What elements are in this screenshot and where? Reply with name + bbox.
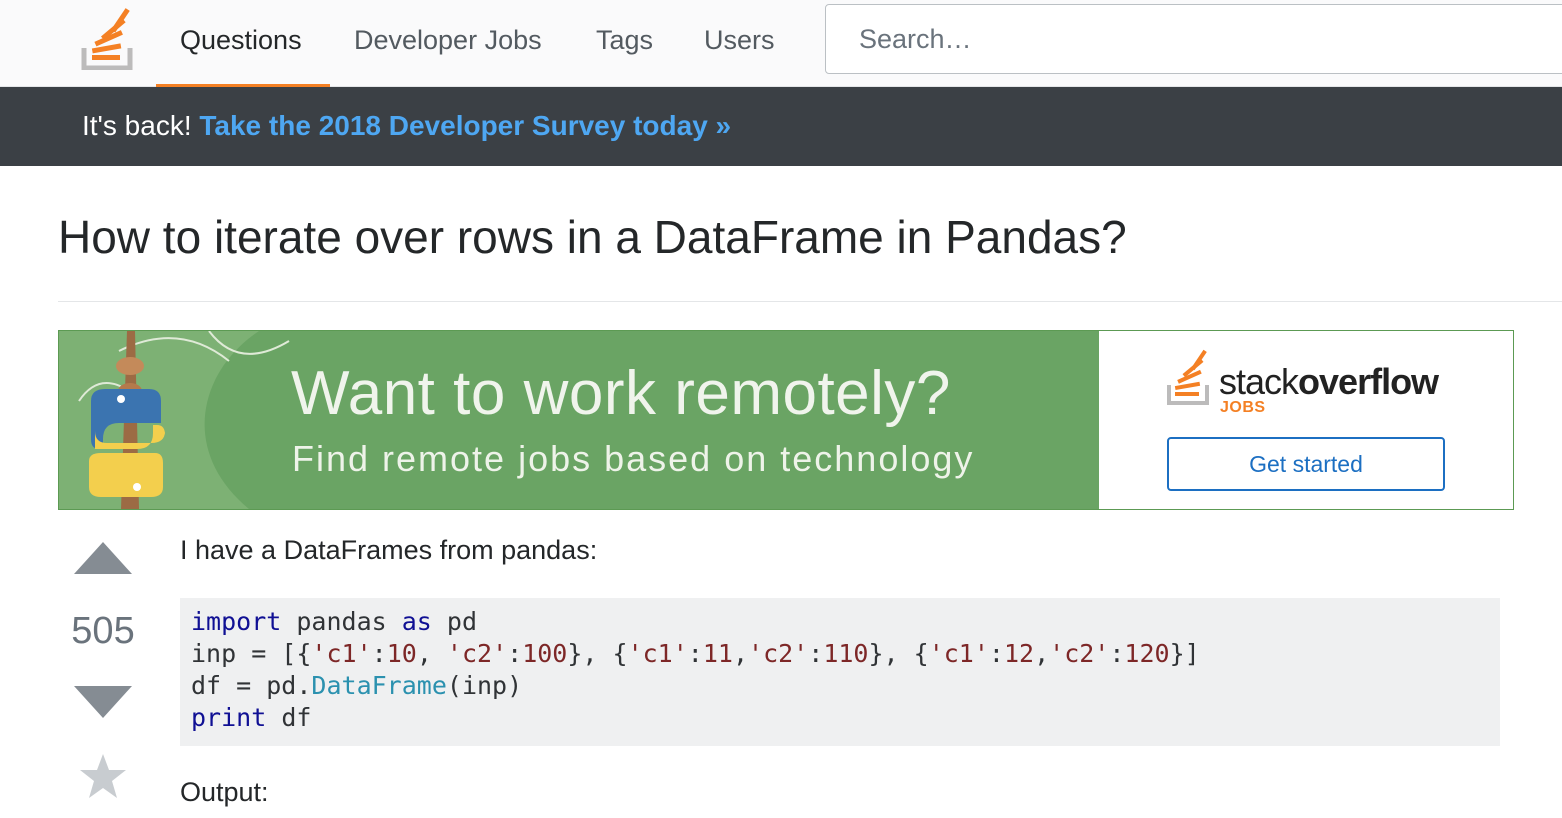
- code-token: :: [371, 639, 387, 668]
- nav-questions[interactable]: Questions: [180, 0, 302, 87]
- question-title[interactable]: How to iterate over rows in a DataFrame …: [58, 205, 1127, 269]
- code-token: as: [401, 607, 432, 636]
- code-token: :: [988, 639, 1004, 668]
- ad-headline: Want to work remotely?: [291, 359, 951, 428]
- get-started-button[interactable]: Get started: [1167, 437, 1445, 491]
- code-token: :: [808, 639, 824, 668]
- code-token: 10: [386, 639, 417, 668]
- code-line: inp = [{'c1':10, 'c2':100}, {'c1':11,'c2…: [191, 638, 1489, 670]
- brand-bold: overflow: [1298, 361, 1439, 402]
- code-token: :: [507, 639, 523, 668]
- ad-brand-panel: stackoverflow JOBS Get started: [1099, 331, 1513, 509]
- nav-users[interactable]: Users: [704, 0, 775, 87]
- code-line: df = pd.DataFrame(inp): [191, 670, 1489, 702]
- code-token: }, {: [868, 639, 929, 668]
- code-token: (inp): [446, 671, 523, 700]
- code-token: 110: [823, 639, 869, 668]
- survey-link[interactable]: Take the 2018 Developer Survey today »: [199, 110, 731, 141]
- search-input[interactable]: Search…: [825, 4, 1562, 74]
- code-line: import pandas as pd: [191, 606, 1489, 638]
- code-token: df = pd.: [191, 671, 312, 700]
- code-token: pandas: [281, 607, 402, 636]
- code-token: print: [191, 703, 267, 732]
- code-token: :: [687, 639, 703, 668]
- code-token: DataFrame: [311, 671, 447, 700]
- output-label: Output:: [180, 777, 269, 807]
- search-placeholder: Search…: [859, 24, 972, 54]
- arrow-up-icon[interactable]: [74, 542, 132, 574]
- code-token: 'c1': [928, 639, 989, 668]
- code-token: df: [266, 703, 312, 732]
- code-block: import pandas as pd inp = [{'c1':10, 'c2'…: [180, 598, 1500, 746]
- code-token: 'c1': [627, 639, 688, 668]
- ad-image[interactable]: Want to work remotely? Find remote jobs …: [59, 331, 1099, 509]
- stackoverflow-logo-icon[interactable]: [80, 8, 134, 70]
- code-token: ,: [416, 639, 447, 668]
- ad-brand-wordmark: stackoverflow: [1219, 361, 1439, 403]
- code-token: :: [1109, 639, 1125, 668]
- post-body-intro: I have a DataFrames from pandas:: [180, 535, 598, 565]
- announcement-prefix: It's back!: [82, 110, 192, 141]
- code-token: 12: [1003, 639, 1035, 668]
- code-token: 'c1': [311, 639, 372, 668]
- code-token: }]: [1169, 639, 1200, 668]
- title-divider: [58, 301, 1562, 302]
- code-token: 120: [1124, 639, 1170, 668]
- nav-developer-jobs[interactable]: Developer Jobs: [354, 0, 542, 87]
- code-token: inp = [{: [191, 639, 312, 668]
- code-token: 'c2': [748, 639, 809, 668]
- code-token: ,: [732, 639, 749, 668]
- code-token: import: [191, 607, 282, 636]
- code-token: ,: [1034, 639, 1050, 668]
- code-token: 11: [702, 639, 733, 668]
- code-line: print df: [191, 702, 1489, 734]
- arrow-down-icon[interactable]: [74, 686, 132, 718]
- code-token: pd: [431, 607, 477, 636]
- brand-light: stack: [1219, 361, 1299, 402]
- code-token: 100: [522, 639, 568, 668]
- top-navigation: Questions Developer Jobs Tags Users Sear…: [0, 0, 1562, 88]
- ad-subline: Find remote jobs based on technology: [292, 438, 975, 479]
- code-token: 'c2': [446, 639, 508, 668]
- ad-brand-sub: JOBS: [1220, 399, 1266, 416]
- announcement-bar: It's back! Take the 2018 Developer Surve…: [0, 87, 1562, 166]
- nav-tags[interactable]: Tags: [596, 0, 653, 87]
- stackoverflow-logo-icon: [1167, 349, 1209, 405]
- announcement-text: It's back! Take the 2018 Developer Surve…: [82, 87, 731, 165]
- star-icon[interactable]: [78, 752, 128, 802]
- jobs-banner-ad[interactable]: Want to work remotely? Find remote jobs …: [58, 330, 1514, 510]
- code-token: }, {: [567, 639, 628, 668]
- vote-count: 505: [71, 610, 135, 652]
- code-token: 'c2': [1049, 639, 1110, 668]
